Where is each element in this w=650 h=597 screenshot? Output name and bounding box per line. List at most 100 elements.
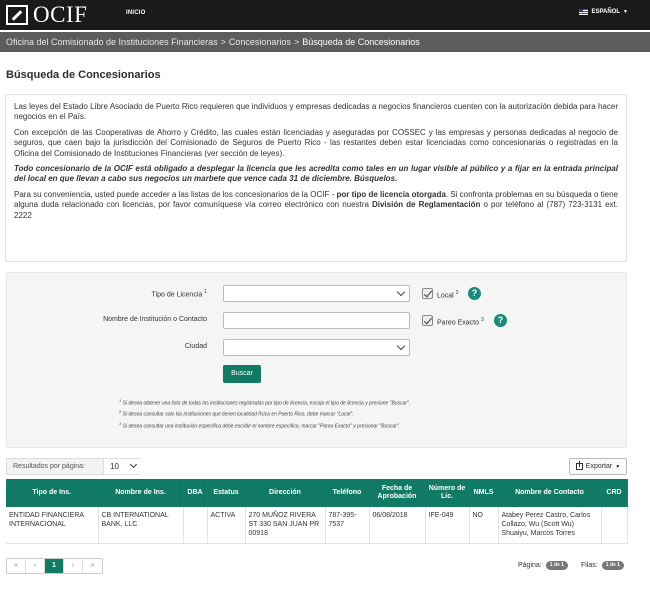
search-button[interactable]: Buscar: [223, 365, 261, 383]
results-table: Tipo de Ins. Nombre de Ins. DBA Estatus …: [6, 479, 628, 544]
page-title: Búsqueda de Concesionarios: [6, 69, 161, 81]
col-header-numero[interactable]: Número de Lic.: [425, 479, 470, 507]
export-icon: [575, 461, 583, 470]
rows-info: Filas: 1 de 1: [581, 561, 624, 570]
cell-nmls: NO: [469, 507, 499, 544]
results-per-page-value: 10: [110, 462, 119, 471]
local-label-text: Local: [437, 292, 454, 300]
caret-down-icon: ▼: [615, 463, 621, 470]
chevron-down-icon: [129, 460, 138, 469]
col-header-nmls[interactable]: NMLS: [469, 479, 499, 507]
language-selector[interactable]: ESPAÑOL ▼: [579, 9, 628, 15]
export-button[interactable]: Exportar ▼: [569, 458, 627, 475]
breadcrumb-ocif[interactable]: Oficina del Comisionado de Instituciones…: [6, 37, 218, 47]
table-row[interactable]: ENTIDAD FINANCIERA INTERNACIONAL CB INTE…: [6, 507, 628, 544]
results-per-page-label: Resultados por página:: [13, 463, 85, 470]
prev-page-button[interactable]: ‹: [26, 559, 45, 573]
help-icon[interactable]: ?: [494, 314, 507, 327]
nav-home-link[interactable]: INICIO: [126, 10, 146, 16]
footnote-text: Si desea obtener una lista de todas las …: [122, 400, 411, 407]
page-info: Página: 1 de 1: [518, 561, 568, 570]
cell-fecha: 06/08/2018: [369, 507, 426, 544]
col-header-estatus[interactable]: Estatus: [207, 479, 246, 507]
info-paragraph-4: Para su conveniencia, usted puede accede…: [14, 190, 618, 221]
exact-match-label-text: Pareo Exacto: [437, 319, 480, 327]
footnote-2: 2 Si desea consultar solo las institucio…: [119, 408, 619, 419]
breadcrumb: Oficina del Comisionado de Instituciones…: [0, 32, 650, 52]
breadcrumb-separator: >: [293, 37, 300, 47]
table-header-row: Tipo de Ins. Nombre de Ins. DBA Estatus …: [6, 479, 628, 507]
cell-estatus: ACTIVA: [207, 507, 246, 544]
col-header-fecha[interactable]: Fecha de Aprobación: [369, 479, 426, 507]
breadcrumb-current: Búsqueda de Concesionarios: [302, 37, 420, 47]
col-header-direccion[interactable]: Dirección: [245, 479, 326, 507]
footnote-number: 1: [119, 398, 122, 403]
cell-numero: IFE-049: [425, 507, 470, 544]
col-header-nombre[interactable]: Nombre de Ins.: [98, 479, 184, 507]
license-type-link[interactable]: por tipo de licencia otorgada: [336, 190, 445, 199]
institution-name-label: Nombre de Institución o Contacto: [103, 316, 207, 323]
us-flag-icon: [579, 9, 589, 15]
top-navbar: OCIF INICIO ESPAÑOL ▼: [0, 0, 650, 30]
institution-name-input[interactable]: [223, 312, 410, 329]
footnote-number: 3: [119, 420, 122, 426]
license-type-label-text: Tipo de Licencia: [151, 291, 203, 299]
logo-mark-icon: [6, 5, 28, 25]
first-page-button[interactable]: «: [7, 559, 26, 573]
cell-contacto: Atabey Perez Castro, Carlos Collazo, Wu …: [498, 507, 602, 544]
page-info-badge: 1 de 1: [545, 561, 568, 570]
ocif-logo[interactable]: OCIF: [6, 2, 98, 28]
next-page-button[interactable]: ›: [64, 559, 83, 573]
info-p4-text-a: Para su conveniencia, usted puede accede…: [14, 189, 337, 199]
local-label: Local 2: [437, 290, 458, 299]
info-paragraph-3: Todo concesionario de la OCIF está oblig…: [14, 164, 618, 184]
cell-dba: [183, 507, 208, 544]
breadcrumb-concesionarios[interactable]: Concesionarios: [229, 37, 291, 47]
footnote-3: 3 Si desea consultar una institución esp…: [119, 420, 619, 431]
license-type-select[interactable]: [223, 285, 410, 302]
footnote-ref-3: 3: [480, 317, 484, 323]
logo-text: OCIF: [33, 2, 88, 27]
pagination: « ‹ 1 › »: [6, 558, 103, 574]
exact-match-label: Pareo Exacto 3: [437, 317, 484, 326]
division-link[interactable]: División de Reglamentación: [372, 200, 480, 209]
col-header-dba[interactable]: DBA: [183, 479, 208, 507]
info-paragraph-2: Con excepción de las Cooperativas de Aho…: [14, 127, 618, 158]
col-header-tipo[interactable]: Tipo de Ins.: [6, 479, 99, 507]
chevron-down-icon: [396, 341, 406, 351]
language-label: ESPAÑOL: [591, 9, 621, 15]
info-panel: Las leyes del Estado Libre Asociado de P…: [5, 94, 627, 262]
footnote-number: 2: [119, 409, 122, 415]
col-header-telefono[interactable]: Teléfono: [325, 479, 370, 507]
info-paragraph-1: Las leyes del Estado Libre Asociado de P…: [14, 102, 618, 122]
cell-crd: [601, 507, 628, 544]
page-1-button[interactable]: 1: [45, 559, 64, 573]
footnote-1: 1 Si desea obtener una lista de todas la…: [119, 397, 619, 408]
rows-info-badge: 1 de 1: [601, 561, 624, 570]
cell-tipo: ENTIDAD FINANCIERA INTERNACIONAL: [6, 507, 99, 544]
footnote-ref-1: 1: [204, 289, 207, 295]
footnote-text: Si desea consultar solo las institucione…: [122, 412, 354, 419]
cell-direccion: 270 MUÑOZ RIVERA ST 330 SAN JUAN PR 0091…: [245, 507, 326, 544]
cell-nombre: CB INTERNATIONAL BANK, LLC: [98, 507, 184, 544]
local-checkbox[interactable]: [422, 288, 433, 299]
results-per-page-select[interactable]: 10: [103, 459, 140, 474]
city-label: Ciudad: [184, 343, 207, 350]
col-header-crd[interactable]: CRD: [601, 479, 628, 507]
page-info-label: Página:: [518, 562, 542, 569]
license-type-label: Tipo de Licencia 1: [7, 289, 207, 298]
help-icon[interactable]: ?: [468, 287, 481, 300]
chevron-down-icon: [396, 287, 406, 297]
results-per-page: Resultados por página: 10: [6, 458, 140, 475]
export-label: Exportar: [585, 463, 613, 470]
footnotes: 1 Si desea obtener una lista de todas la…: [119, 397, 619, 431]
col-header-contacto[interactable]: Nombre de Contacto: [498, 479, 602, 507]
footnote-text: Si desea consultar una institución espec…: [122, 423, 400, 430]
exact-match-checkbox[interactable]: [422, 315, 433, 326]
rows-info-label: Filas:: [581, 562, 598, 569]
city-select[interactable]: [223, 339, 410, 356]
caret-down-icon: ▼: [623, 9, 628, 15]
search-form: Tipo de Licencia 1 Local 2 ? Nombre de I…: [6, 272, 627, 448]
cell-telefono: 787-395-7537: [325, 507, 370, 544]
last-page-button[interactable]: »: [83, 559, 102, 573]
